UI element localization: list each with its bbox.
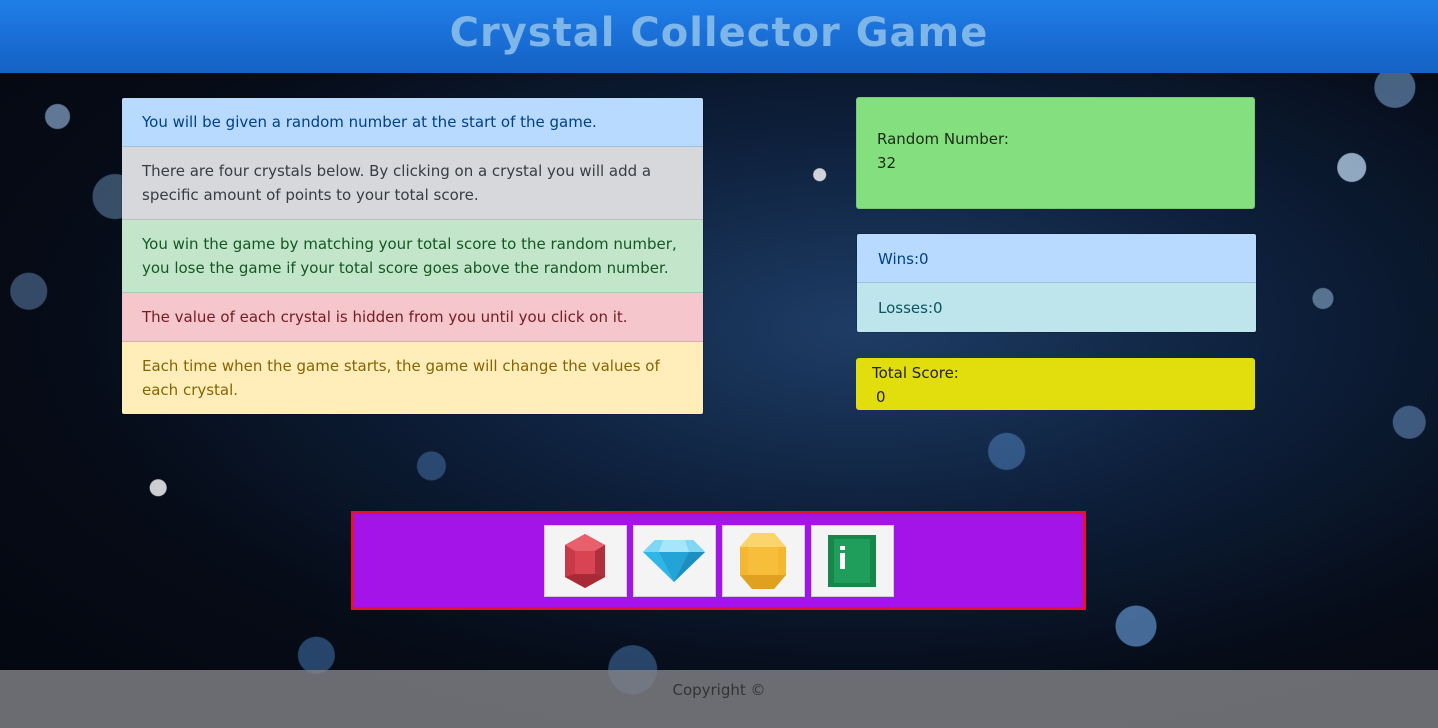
total-score-label: Total Score: (872, 364, 959, 382)
header: Crystal Collector Game (0, 0, 1438, 73)
random-number-value: 32 (877, 154, 897, 172)
instruction-item: There are four crystals below. By clicki… (122, 147, 703, 220)
blue-diamond-icon (643, 539, 705, 582)
green-gem-icon (828, 534, 876, 587)
instruction-item: You win the game by matching your total … (122, 220, 703, 293)
total-score-value: 0 (876, 388, 886, 406)
footer: Copyright © (0, 670, 1438, 728)
random-number-panel: Random Number: 32 (856, 97, 1255, 209)
crystal-button-blue[interactable] (632, 524, 716, 597)
crystal-button-green[interactable] (810, 524, 894, 597)
instruction-item: Each time when the game starts, the game… (122, 342, 703, 414)
crystal-button-yellow[interactable] (721, 524, 805, 597)
random-number-label: Random Number: (877, 130, 1009, 148)
losses-count: Losses:0 (857, 283, 1256, 332)
copyright-text: Copyright © (672, 681, 766, 699)
total-score-panel: Total Score: 0 (856, 358, 1255, 410)
page-title: Crystal Collector Game (449, 10, 989, 56)
crystal-bar (351, 511, 1086, 610)
red-gem-icon (565, 533, 605, 588)
win-loss-record: Wins:0 Losses:0 (856, 233, 1257, 333)
instruction-item: You will be given a random number at the… (122, 98, 703, 147)
wins-count: Wins:0 (857, 234, 1256, 283)
yellow-gem-icon (740, 532, 786, 589)
instruction-item: The value of each crystal is hidden from… (122, 293, 703, 342)
instructions-list: You will be given a random number at the… (121, 97, 704, 415)
crystal-button-red[interactable] (543, 524, 627, 597)
